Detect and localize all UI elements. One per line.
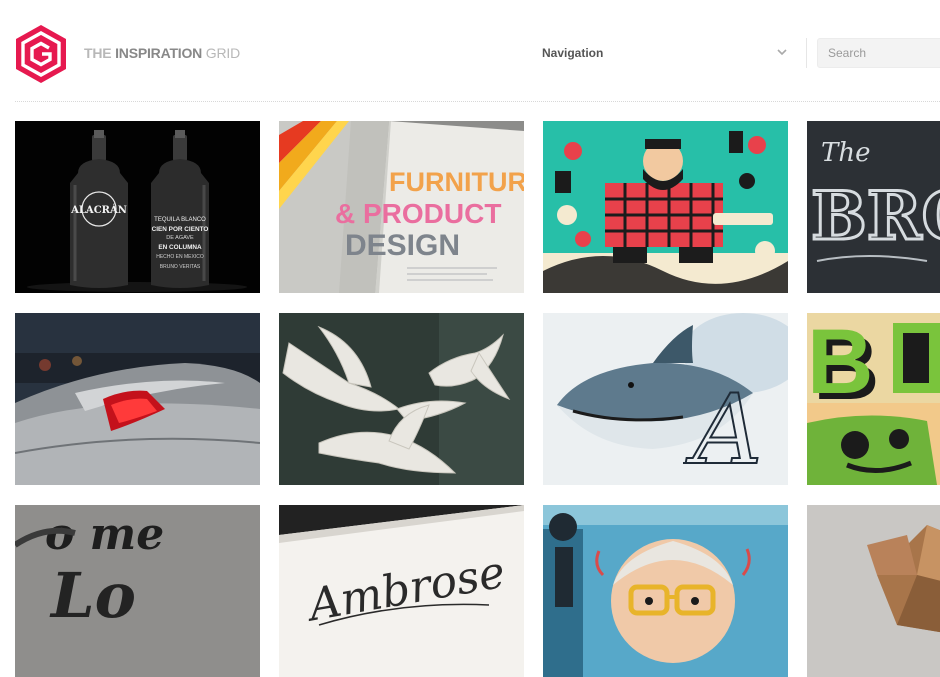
alacran-tequila-bottles-image: ALACRÁN TEQUILA BLANCO CIEN POR CIENTO D… [15, 121, 260, 293]
grid-item-alacran-tequila-bottles[interactable]: ALACRÁN TEQUILA BLANCO CIEN POR CIENTO D… [15, 121, 260, 293]
grid-item-lumberjack-illustration[interactable] [543, 121, 788, 293]
old-man-glasses-illustration-image [543, 505, 788, 677]
green-block-letter-shadow: B [807, 313, 873, 413]
bottle-label-line-3: DE AGAVE [166, 235, 194, 241]
grid-item-ambrose-calligraphy-card[interactable]: Ambrose [279, 505, 524, 677]
grid-item-furniture-product-design-magazine[interactable]: FURNITUR & PRODUCT DESIGN [279, 121, 524, 293]
bottle-label-line-5: HECHO EN MEXICO [156, 254, 204, 260]
grid-item-old-man-glasses-illustration[interactable] [543, 505, 788, 677]
grid-item-shark-typography[interactable]: A [543, 313, 788, 485]
script-lettering-sculpture-image: o me Lo [15, 505, 260, 677]
lumberjack-illustration-image [543, 121, 788, 293]
bottle-label-line-2: CIEN POR CIENTO [152, 226, 209, 233]
paper-cut-doves-image [279, 313, 524, 485]
grid-item-wooden-sculpture[interactable] [807, 505, 940, 677]
magazine-headline-2: & PRODUCT [335, 198, 501, 229]
search-input[interactable] [817, 38, 940, 68]
sculpture-script-2: Lo [49, 559, 136, 632]
navigation-dropdown[interactable]: Navigation [532, 38, 794, 68]
grid-item-chalkboard-lettering[interactable]: The BRO [807, 121, 940, 293]
grid-item-concept-car-tail-light[interactable] [15, 313, 260, 485]
grid-item-script-lettering-sculpture[interactable]: o me Lo [15, 505, 260, 677]
ambrose-calligraphy-card-image: Ambrose [279, 505, 524, 677]
grid-item-green-block-lettering[interactable]: B B [807, 313, 940, 485]
inspiration-grid-logo-icon[interactable] [14, 24, 68, 84]
header-separator [15, 101, 940, 102]
chalkboard-lettering-image: The BRO [807, 121, 940, 293]
header-divider [806, 38, 807, 68]
bottle-label-line-4: EN COLUMNA [158, 244, 202, 251]
shark-typography-image: A [543, 313, 788, 485]
chevron-down-icon [777, 49, 787, 56]
wooden-sculpture-image [807, 505, 940, 677]
chalk-script-text: The [821, 138, 870, 168]
brand-grid: GRID [202, 45, 240, 61]
concept-car-tail-light-image [15, 313, 260, 485]
sculpture-script-1: o me [45, 509, 164, 560]
green-block-lettering-image: B B [807, 313, 940, 485]
furniture-product-design-magazine-image: FURNITUR & PRODUCT DESIGN [279, 121, 524, 293]
navigation-label: Navigation [542, 46, 604, 60]
magazine-headline-1: FURNITUR [389, 167, 524, 197]
shark-letter: A [685, 374, 762, 485]
alacran-label: ALACRÁN [70, 204, 127, 216]
brand-inspiration: INSPIRATION [115, 45, 203, 61]
site-header: THE INSPIRATION GRID Navigation [0, 0, 940, 102]
brand-the: THE [84, 45, 116, 61]
bottle-label-line-1: TEQUILA BLANCO [154, 217, 206, 223]
magazine-headline-3: DESIGN [345, 229, 460, 262]
site-title[interactable]: THE INSPIRATION GRID [84, 45, 240, 61]
bottle-label-line-6: BRUNO VERITAS [160, 264, 201, 270]
grid-item-paper-cut-doves[interactable] [279, 313, 524, 485]
chalk-block-text: BRO [811, 177, 940, 255]
